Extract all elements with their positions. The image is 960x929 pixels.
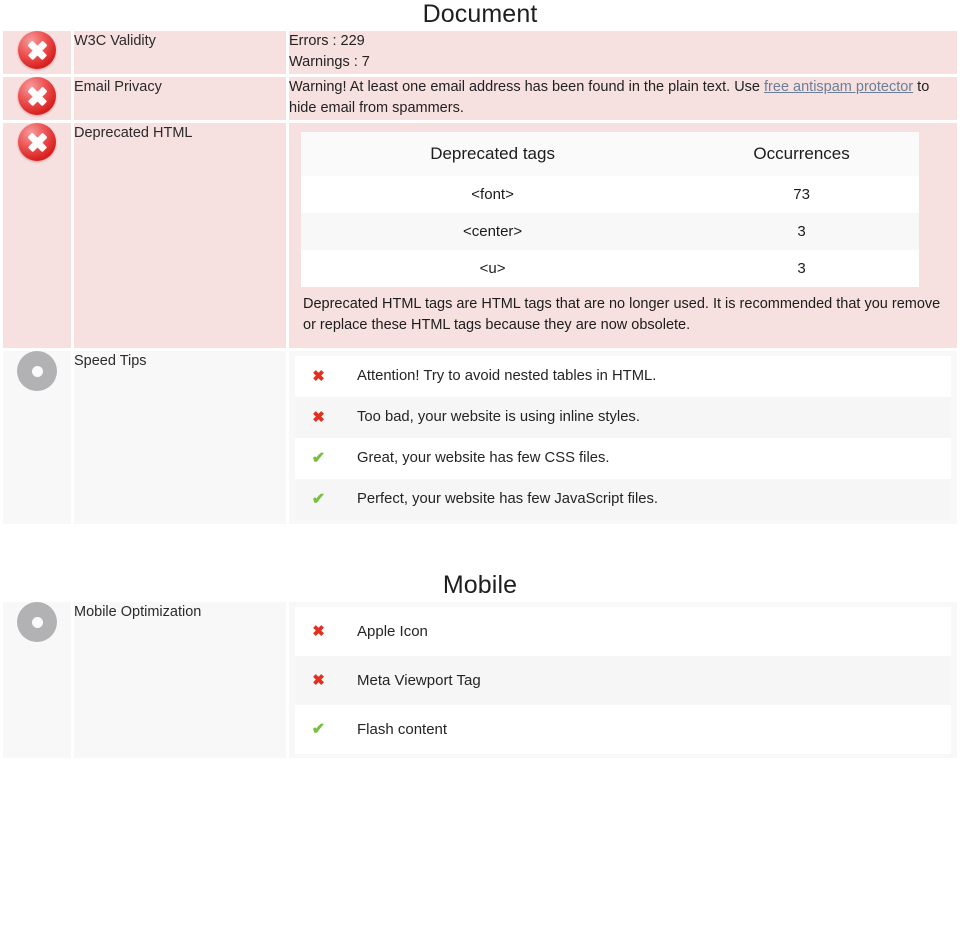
- report-page: Document W3C Validity Errors : 229 Warni…: [0, 0, 960, 761]
- column-header-deprecated-tags: Deprecated tags: [430, 144, 555, 163]
- row-label-mobile-optimization: Mobile Optimization: [74, 602, 286, 758]
- status-cell-w3c-validity: [3, 31, 71, 74]
- errors-line: Errors : 229: [289, 33, 365, 49]
- row-body-deprecated-html: Deprecated tags Occurrences <font> 73 <c…: [289, 123, 957, 348]
- mobile-report-table: Mobile Optimization ✖ Apple Icon ✖ Meta …: [0, 599, 960, 761]
- list-item: ✖ Apple Icon: [295, 607, 951, 656]
- section-title-mobile: Mobile: [442, 571, 518, 599]
- tip-text: Apple Icon: [342, 607, 951, 656]
- deprecated-html-note: Deprecated HTML tags are HTML tags that …: [303, 296, 941, 333]
- tip-text: Great, your website has few CSS files.: [342, 438, 951, 479]
- table-row: Email Privacy Warning! At least one emai…: [3, 77, 957, 120]
- list-item: ✔ Perfect, your website has few JavaScri…: [295, 479, 951, 520]
- list-item: ✔ Great, your website has few CSS files.: [295, 438, 951, 479]
- list-item: ✔ Flash content: [295, 705, 951, 754]
- error-circle-x-icon: [18, 31, 56, 69]
- list-item: ✖ Too bad, your website is using inline …: [295, 397, 951, 438]
- tip-text: Meta Viewport Tag: [342, 656, 951, 705]
- tip-text: Flash content: [342, 705, 951, 754]
- row-label-email-privacy: Email Privacy: [74, 77, 286, 120]
- warnings-line: Warnings : 7: [289, 54, 370, 70]
- table-row: <font> 73: [301, 176, 919, 213]
- deprecated-tags-header-row: Deprecated tags Occurrences: [301, 132, 919, 176]
- tag-occurrences: 3: [797, 260, 806, 277]
- list-item: ✖ Attention! Try to avoid nested tables …: [295, 356, 951, 397]
- column-header-occurrences: Occurrences: [753, 144, 850, 163]
- neutral-circle-dot-icon: [17, 351, 57, 391]
- table-row: Speed Tips ✖ Attention! Try to avoid nes…: [3, 351, 957, 524]
- tip-status-cell: ✖: [295, 356, 342, 397]
- document-report-table: W3C Validity Errors : 229 Warnings : 7 E…: [0, 28, 960, 527]
- table-row: Mobile Optimization ✖ Apple Icon ✖ Meta …: [3, 602, 957, 758]
- tag-name: <center>: [462, 223, 523, 240]
- tag-occurrences: 73: [793, 186, 810, 203]
- row-label-deprecated-html: Deprecated HTML: [74, 123, 286, 348]
- red-cross-icon: ✖: [312, 672, 325, 689]
- row-body-mobile-optimization: ✖ Apple Icon ✖ Meta Viewport Tag ✔ Flash…: [289, 602, 957, 758]
- green-check-icon: ✔: [311, 450, 326, 467]
- red-cross-icon: ✖: [312, 623, 325, 640]
- tip-text: Attention! Try to avoid nested tables in…: [342, 356, 951, 397]
- red-cross-icon: ✖: [312, 409, 325, 426]
- row-label-speed-tips: Speed Tips: [74, 351, 286, 524]
- row-body-speed-tips: ✖ Attention! Try to avoid nested tables …: [289, 351, 957, 524]
- tip-status-cell: ✖: [295, 607, 342, 656]
- green-check-icon: ✔: [311, 721, 326, 738]
- status-cell-speed-tips: [3, 351, 71, 524]
- tip-status-cell: ✔: [295, 438, 342, 479]
- antispam-protector-link[interactable]: free antispam protector: [764, 79, 913, 95]
- tip-text: Too bad, your website is using inline st…: [342, 397, 951, 438]
- neutral-circle-dot-icon: [17, 602, 57, 642]
- tag-name: <u>: [479, 260, 506, 277]
- tip-status-cell: ✔: [295, 479, 342, 520]
- mobile-optimization-list: ✖ Apple Icon ✖ Meta Viewport Tag ✔ Flash…: [295, 607, 951, 754]
- status-cell-email-privacy: [3, 77, 71, 120]
- green-check-icon: ✔: [311, 491, 326, 508]
- red-cross-icon: ✖: [312, 368, 325, 385]
- tip-status-cell: ✖: [295, 656, 342, 705]
- table-row: <center> 3: [301, 213, 919, 250]
- row-body-email-privacy: Warning! At least one email address has …: [289, 77, 957, 120]
- deprecated-tags-wrapper: Deprecated tags Occurrences <font> 73 <c…: [295, 128, 951, 287]
- email-privacy-text-before: Warning! At least one email address has …: [289, 79, 765, 95]
- tip-text: Perfect, your website has few JavaScript…: [342, 479, 951, 520]
- row-body-w3c-validity: Errors : 229 Warnings : 7: [289, 31, 957, 74]
- status-cell-deprecated-html: [3, 123, 71, 348]
- table-row: <u> 3: [301, 250, 919, 287]
- row-label-w3c-validity: W3C Validity: [74, 31, 286, 74]
- deprecated-tags-table: Deprecated tags Occurrences <font> 73 <c…: [301, 132, 919, 287]
- tip-status-cell: ✖: [295, 397, 342, 438]
- error-circle-x-icon: [18, 123, 56, 161]
- tag-occurrences: 3: [797, 223, 806, 240]
- error-circle-x-icon: [18, 77, 56, 115]
- table-row: Deprecated HTML Deprecated tags Occurren…: [3, 123, 957, 348]
- tip-status-cell: ✔: [295, 705, 342, 754]
- tag-name: <font>: [471, 186, 514, 203]
- list-item: ✖ Meta Viewport Tag: [295, 656, 951, 705]
- table-row: W3C Validity Errors : 229 Warnings : 7: [3, 31, 957, 74]
- status-cell-mobile-optimization: [3, 602, 71, 758]
- speed-tips-list: ✖ Attention! Try to avoid nested tables …: [295, 356, 951, 520]
- section-title-document: Document: [422, 0, 538, 28]
